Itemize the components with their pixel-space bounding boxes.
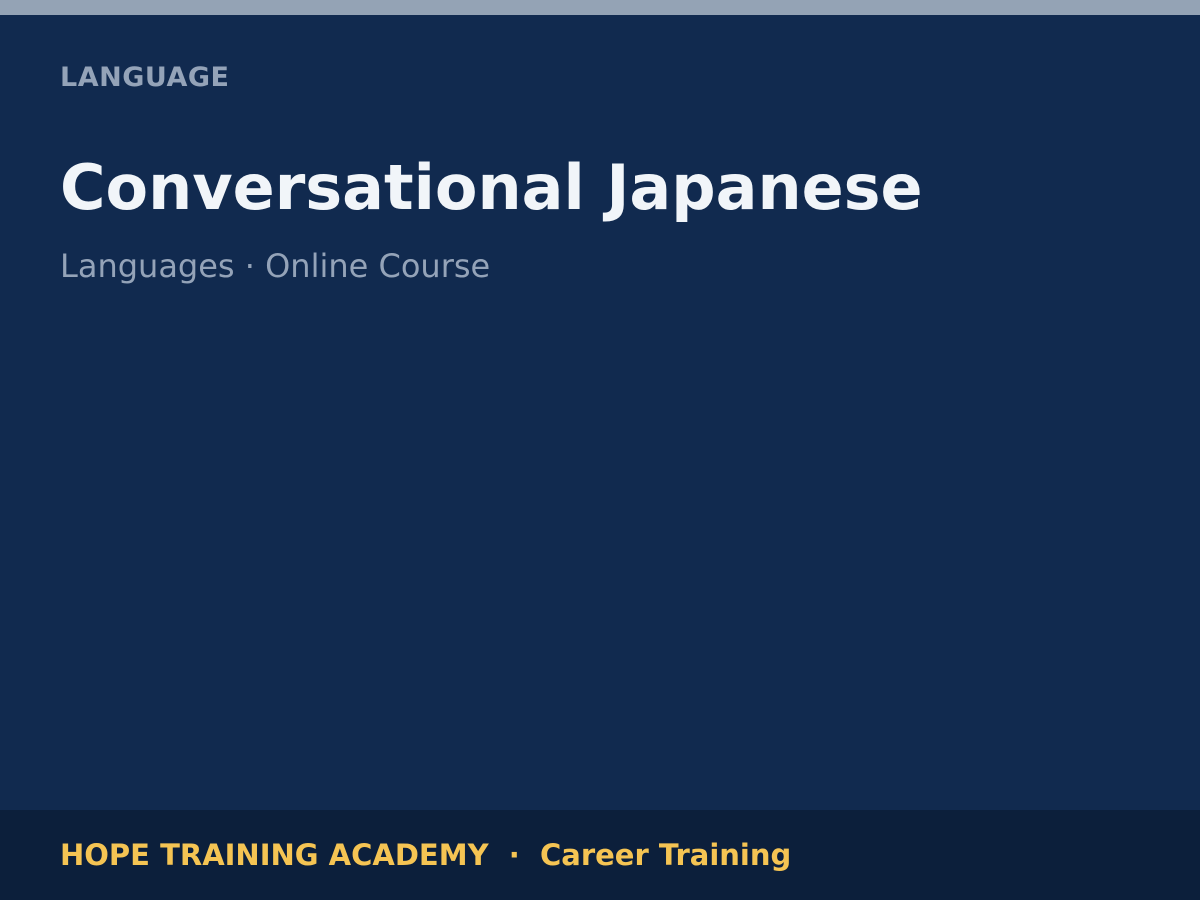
program-name: Career Training	[539, 838, 792, 872]
top-accent-bar	[0, 0, 1200, 15]
course-card: LANGUAGE Conversational Japanese Languag…	[0, 0, 1200, 900]
footer-separator: ·	[488, 838, 540, 872]
footer-bar: HOPE TRAINING ACADEMY · Career Training	[0, 810, 1200, 900]
category-label: LANGUAGE	[60, 62, 230, 93]
course-title: Conversational Japanese	[60, 151, 923, 224]
course-subtitle: Languages · Online Course	[60, 247, 491, 285]
organization-name: HOPE TRAINING ACADEMY	[60, 838, 489, 872]
footer-text: HOPE TRAINING ACADEMY · Career Training	[60, 836, 791, 874]
